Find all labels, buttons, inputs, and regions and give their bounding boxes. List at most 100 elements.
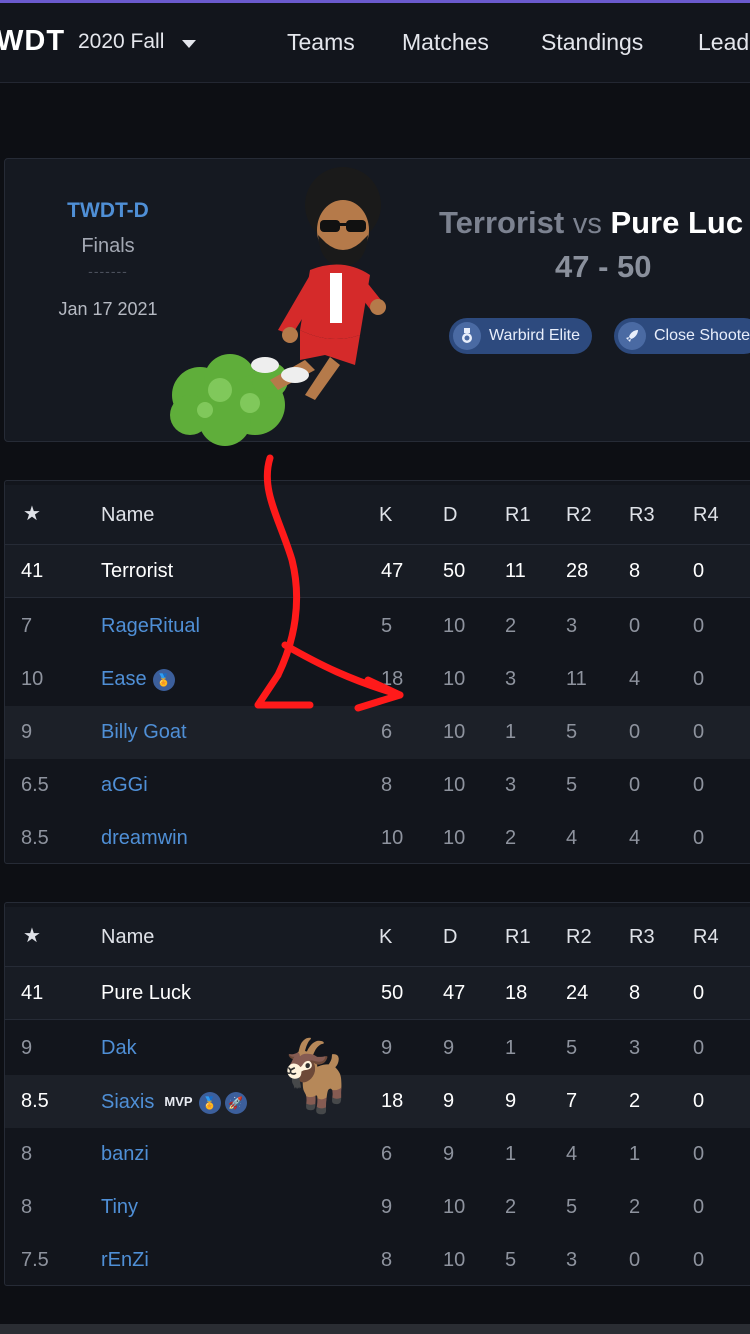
- player-r4: 0: [693, 774, 705, 796]
- nav-standings[interactable]: Standings: [541, 29, 643, 56]
- chevron-down-icon[interactable]: [182, 40, 196, 48]
- nav-teams[interactable]: Teams: [287, 29, 355, 56]
- table-row[interactable]: 8 Tiny 9 10 2 5 2 0: [5, 1181, 750, 1234]
- player-name-cell: Ease 🏅: [101, 653, 175, 706]
- col-k[interactable]: K: [379, 485, 392, 545]
- star-icon[interactable]: ★: [23, 907, 41, 967]
- table-row[interactable]: 6.5 aGGi 8 10 3 5 0 0: [5, 759, 750, 812]
- col-d[interactable]: D: [443, 907, 457, 967]
- player-k: 9: [381, 1037, 393, 1059]
- player-r2: 5: [566, 1037, 578, 1059]
- player-name-link[interactable]: banzi: [101, 1128, 149, 1181]
- player-name-link[interactable]: rEnZi: [101, 1234, 149, 1285]
- col-r2[interactable]: R2: [566, 907, 592, 967]
- badge-label: Warbird Elite: [489, 327, 580, 344]
- player-k: 5: [381, 615, 393, 637]
- table-row[interactable]: 8.5 dreamwin 10 10 2 4 4 0: [5, 812, 750, 863]
- player-d: 9: [443, 1037, 455, 1059]
- player-d: 9: [443, 1090, 455, 1112]
- table-row[interactable]: 7 RageRitual 5 10 2 3 0 0: [5, 600, 750, 653]
- separator: -------: [88, 263, 128, 279]
- player-d: 10: [443, 668, 466, 690]
- table-row[interactable]: 7.5 rEnZi 8 10 5 3 0 0: [5, 1234, 750, 1285]
- player-r4: 0: [693, 1037, 705, 1059]
- col-r1[interactable]: R1: [505, 907, 531, 967]
- player-r3: 4: [629, 668, 641, 690]
- total-rating: 41: [21, 982, 44, 1004]
- player-r1: 2: [505, 1196, 517, 1218]
- player-r4: 0: [693, 721, 705, 743]
- team1-name[interactable]: Terrorist: [439, 205, 564, 240]
- player-name-link[interactable]: aGGi: [101, 759, 148, 812]
- award-badge-close-shooter[interactable]: Close Shoote: [614, 318, 750, 354]
- player-d: 10: [443, 721, 466, 743]
- player-r1: 3: [505, 668, 517, 690]
- player-k: 8: [381, 774, 393, 796]
- col-r3[interactable]: R3: [629, 485, 655, 545]
- season-selector[interactable]: 2020 Fall: [78, 30, 164, 54]
- total-k: 50: [381, 982, 404, 1004]
- award-badge-warbird-elite[interactable]: Warbird Elite: [449, 318, 592, 354]
- player-d: 10: [443, 615, 466, 637]
- player-r3: 0: [629, 615, 641, 637]
- player-name-link[interactable]: dreamwin: [101, 812, 188, 863]
- col-r1[interactable]: R1: [505, 485, 531, 545]
- player-name-link[interactable]: Dak: [101, 1022, 137, 1075]
- player-d: 10: [443, 774, 466, 796]
- total-r2: 28: [566, 560, 589, 582]
- col-r2[interactable]: R2: [566, 485, 592, 545]
- table-row[interactable]: 9 Dak 9 9 1 5 3 0: [5, 1022, 750, 1075]
- total-d: 47: [443, 982, 466, 1004]
- total-rating: 41: [21, 560, 44, 582]
- player-d: 9: [443, 1143, 455, 1165]
- player-k: 8: [381, 1249, 393, 1271]
- col-name[interactable]: Name: [101, 485, 154, 545]
- player-r1: 1: [505, 1143, 517, 1165]
- player-d: 10: [443, 827, 466, 849]
- player-r2: 11: [566, 668, 587, 690]
- player-name-link[interactable]: Billy Goat: [101, 706, 187, 759]
- col-r3[interactable]: R3: [629, 907, 655, 967]
- badge-label: Close Shoote: [654, 327, 750, 344]
- top-nav: WDT 2020 Fall Teams Matches Standings Le…: [0, 3, 750, 83]
- rocket-icon: [618, 322, 646, 350]
- player-name-cell: Siaxis MVP 🏅 🚀: [101, 1075, 247, 1128]
- table-row[interactable]: 8 banzi 6 9 1 4 1 0: [5, 1128, 750, 1181]
- player-r1: 1: [505, 721, 517, 743]
- player-name-link[interactable]: Siaxis: [101, 1091, 154, 1113]
- rocket-icon: 🚀: [224, 1092, 247, 1114]
- player-rating: 8.5: [21, 1090, 49, 1112]
- player-name-link[interactable]: Tiny: [101, 1181, 138, 1234]
- medal-icon: [453, 322, 481, 350]
- col-d[interactable]: D: [443, 485, 457, 545]
- player-name-link[interactable]: RageRitual: [101, 600, 200, 653]
- player-r4: 0: [693, 1090, 705, 1112]
- col-r4[interactable]: R4: [693, 485, 719, 545]
- player-r3: 2: [629, 1196, 641, 1218]
- player-r1: 3: [505, 774, 517, 796]
- total-r3: 8: [629, 982, 641, 1004]
- team2-name[interactable]: Pure Luc: [610, 205, 743, 240]
- player-rating: 8.5: [21, 827, 49, 849]
- bottom-bar: [0, 1324, 750, 1334]
- table-row[interactable]: 9 Billy Goat 6 10 1 5 0 0: [5, 706, 750, 759]
- medal-icon: 🏅: [198, 1092, 221, 1114]
- col-r4[interactable]: R4: [693, 907, 719, 967]
- star-icon[interactable]: ★: [23, 485, 41, 545]
- table-row[interactable]: 8.5 Siaxis MVP 🏅 🚀 18 9 9 7 2 0: [5, 1075, 750, 1128]
- tournament-name[interactable]: TWDT-D: [5, 199, 211, 223]
- col-name[interactable]: Name: [101, 907, 154, 967]
- player-r4: 0: [693, 1143, 705, 1165]
- player-k: 18: [381, 668, 404, 690]
- player-r3: 1: [629, 1143, 641, 1165]
- table-row[interactable]: 10 Ease 🏅 18 10 3 11 4 0: [5, 653, 750, 706]
- player-r2: 5: [566, 1196, 578, 1218]
- player-name-link[interactable]: Ease: [101, 668, 147, 690]
- brand-logo[interactable]: WDT: [0, 25, 65, 58]
- nav-matches[interactable]: Matches: [402, 29, 489, 56]
- player-k: 10: [381, 827, 404, 849]
- nav-leaders[interactable]: Lead: [698, 29, 749, 56]
- col-k[interactable]: K: [379, 907, 392, 967]
- player-rating: 8: [21, 1196, 33, 1218]
- player-rating: 9: [21, 721, 33, 743]
